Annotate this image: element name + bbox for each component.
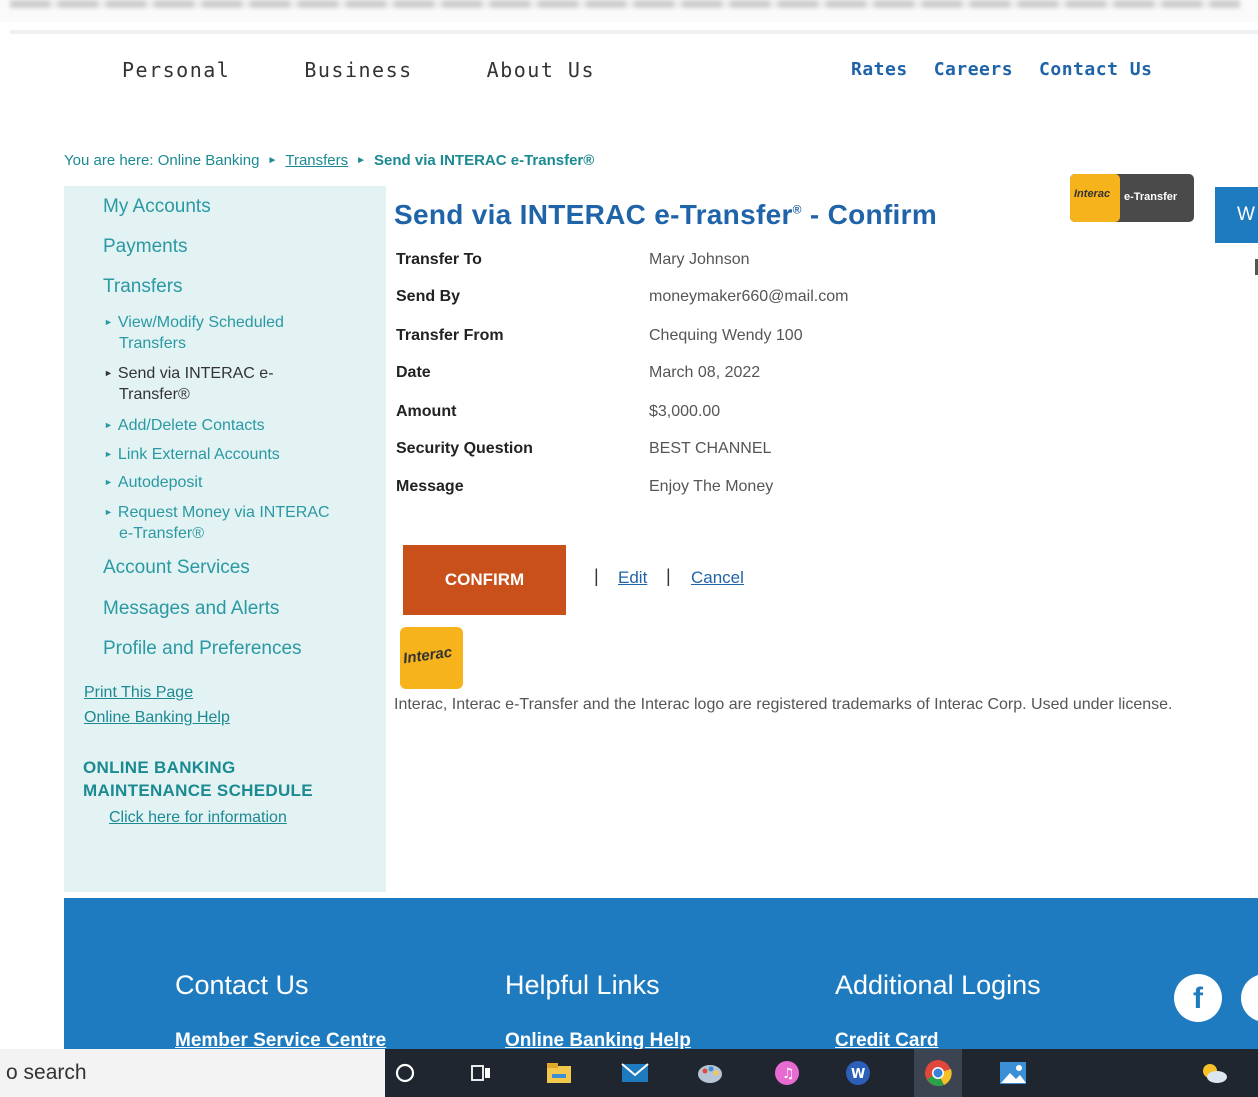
sidebar-subitem-contacts[interactable]: ► Add/Delete Contacts <box>104 415 374 436</box>
sidebar-subitem-link-external[interactable]: ► Link External Accounts <box>104 444 374 465</box>
top-blurred-strip <box>0 0 1258 22</box>
nav-contact-us[interactable]: Contact Us <box>1039 59 1152 80</box>
detail-label-security-question: Security Question <box>396 440 533 457</box>
detail-label-date: Date <box>396 364 431 381</box>
taskbar-search-box[interactable]: o search <box>0 1049 385 1097</box>
page-title: Send via INTERAC e-Transfer® - Confirm <box>394 199 938 230</box>
weather-icon[interactable] <box>1190 1049 1238 1097</box>
file-explorer-icon[interactable] <box>535 1049 583 1097</box>
interac-etransfer-badge: Interac e-Transfer <box>1070 174 1194 222</box>
detail-value-send-by: moneymaker660@mail.com <box>649 288 849 305</box>
footer-contact-heading: Contact Us <box>175 970 309 1000</box>
sidebar-item-transfers[interactable]: Transfers <box>103 276 183 298</box>
etransfer-label: e-Transfer <box>1124 191 1178 203</box>
photos-icon[interactable] <box>989 1049 1037 1097</box>
blurred-text <box>10 0 1240 8</box>
maintenance-schedule-heading: ONLINE BANKING MAINTENANCE SCHEDULE <box>83 758 313 800</box>
mail-icon[interactable] <box>611 1049 659 1097</box>
arrow-icon: ► <box>104 368 113 378</box>
sidebar-subitem-send-interac[interactable]: ► Send via INTERAC e- Transfer® <box>104 363 374 405</box>
detail-value-transfer-to: Mary Johnson <box>649 251 750 268</box>
cortana-icon[interactable] <box>381 1049 429 1097</box>
detail-label-message: Message <box>396 478 464 495</box>
chrome-icon[interactable] <box>914 1049 962 1097</box>
social-partial-icon[interactable] <box>1241 974 1258 1022</box>
sidebar-item-profile-preferences[interactable]: Profile and Preferences <box>103 638 302 660</box>
sidebar-item-account-services[interactable]: Account Services <box>103 557 250 579</box>
maintenance-info-link[interactable]: Click here for information <box>109 809 287 827</box>
sidebar-subitem-request-money[interactable]: ► Request Money via INTERAC e-Transfer® <box>104 502 374 544</box>
interac-logo: Interac <box>400 627 463 689</box>
detail-value-message: Enjoy The Money <box>649 478 774 495</box>
sidebar-subitem-autodeposit[interactable]: ► Autodeposit <box>104 472 374 493</box>
action-separator: | <box>594 566 599 586</box>
online-banking-help-link[interactable]: Online Banking Help <box>84 709 230 727</box>
itunes-icon[interactable]: ♫ <box>763 1049 811 1097</box>
paint-icon[interactable] <box>686 1049 734 1097</box>
action-separator: | <box>666 566 671 586</box>
svg-text:♫: ♫ <box>782 1066 795 1082</box>
detail-label-amount: Amount <box>396 403 457 420</box>
utility-nav: Rates Careers Contact Us <box>851 59 1178 80</box>
breadcrumb-separator-icon: ► <box>356 155 367 166</box>
sidebar-item-my-accounts[interactable]: My Accounts <box>103 196 211 218</box>
detail-value-date: March 08, 2022 <box>649 364 761 381</box>
breadcrumb-online-banking[interactable]: Online Banking <box>158 152 260 169</box>
primary-nav: Personal Business About Us <box>122 58 669 82</box>
header-divider <box>10 30 1258 34</box>
arrow-icon: ► <box>104 317 113 327</box>
sidebar-item-payments[interactable]: Payments <box>103 236 187 258</box>
detail-value-amount: $3,000.00 <box>649 403 721 420</box>
word-icon[interactable]: W <box>834 1049 882 1097</box>
print-page-link[interactable]: Print This Page <box>84 684 193 702</box>
arrow-icon: ► <box>104 420 113 430</box>
detail-label-transfer-from: Transfer From <box>396 327 504 344</box>
edit-link[interactable]: Edit <box>618 568 647 588</box>
sidebar: My Accounts Payments Transfers ► View/Mod… <box>64 186 386 892</box>
detail-value-security-question: BEST CHANNEL <box>649 440 772 457</box>
sidebar-item-messages-alerts[interactable]: Messages and Alerts <box>103 598 279 620</box>
detail-label-transfer-to: Transfer To <box>396 251 482 268</box>
sidebar-subitem-view-modify[interactable]: ► View/Modify Scheduled Transfers <box>104 312 374 354</box>
arrow-icon: ► <box>104 507 113 517</box>
arrow-icon: ► <box>104 477 113 487</box>
footer-helpful-heading: Helpful Links <box>505 970 660 1000</box>
facebook-icon[interactable]: f <box>1174 974 1222 1022</box>
detail-value-transfer-from: Chequing Wendy 100 <box>649 327 803 344</box>
trademark-notice: Interac, Interac e-Transfer and the Inte… <box>394 696 1173 713</box>
interac-logo-text: Interac <box>1074 188 1111 200</box>
nav-careers[interactable]: Careers <box>934 59 1013 80</box>
task-view-icon[interactable] <box>457 1049 505 1097</box>
detail-label-send-by: Send By <box>396 288 461 305</box>
windows-taskbar: o search ♫ W <box>0 1049 1258 1097</box>
arrow-icon: ► <box>104 449 113 459</box>
svg-text:W: W <box>851 1067 865 1082</box>
breadcrumb-current: Send via INTERAC e-Transfer® <box>374 152 595 169</box>
breadcrumb-prefix: You are here: <box>64 152 154 169</box>
footer-logins-heading: Additional Logins <box>835 970 1041 1000</box>
nav-business[interactable]: Business <box>304 58 412 82</box>
confirm-button[interactable]: CONFIRM <box>403 545 566 615</box>
footer: Contact Us Member Service Centre Helpful… <box>64 898 1258 1051</box>
side-partial-button[interactable]: W <box>1215 187 1258 243</box>
cancel-link[interactable]: Cancel <box>691 568 744 588</box>
nav-personal[interactable]: Personal <box>122 58 230 82</box>
breadcrumb-transfers[interactable]: Transfers <box>285 152 348 169</box>
nav-rates[interactable]: Rates <box>851 59 908 80</box>
breadcrumb: You are here: Online Banking ► Transfers… <box>64 152 594 169</box>
breadcrumb-separator-icon: ► <box>267 155 278 166</box>
nav-about-us[interactable]: About Us <box>487 58 595 82</box>
